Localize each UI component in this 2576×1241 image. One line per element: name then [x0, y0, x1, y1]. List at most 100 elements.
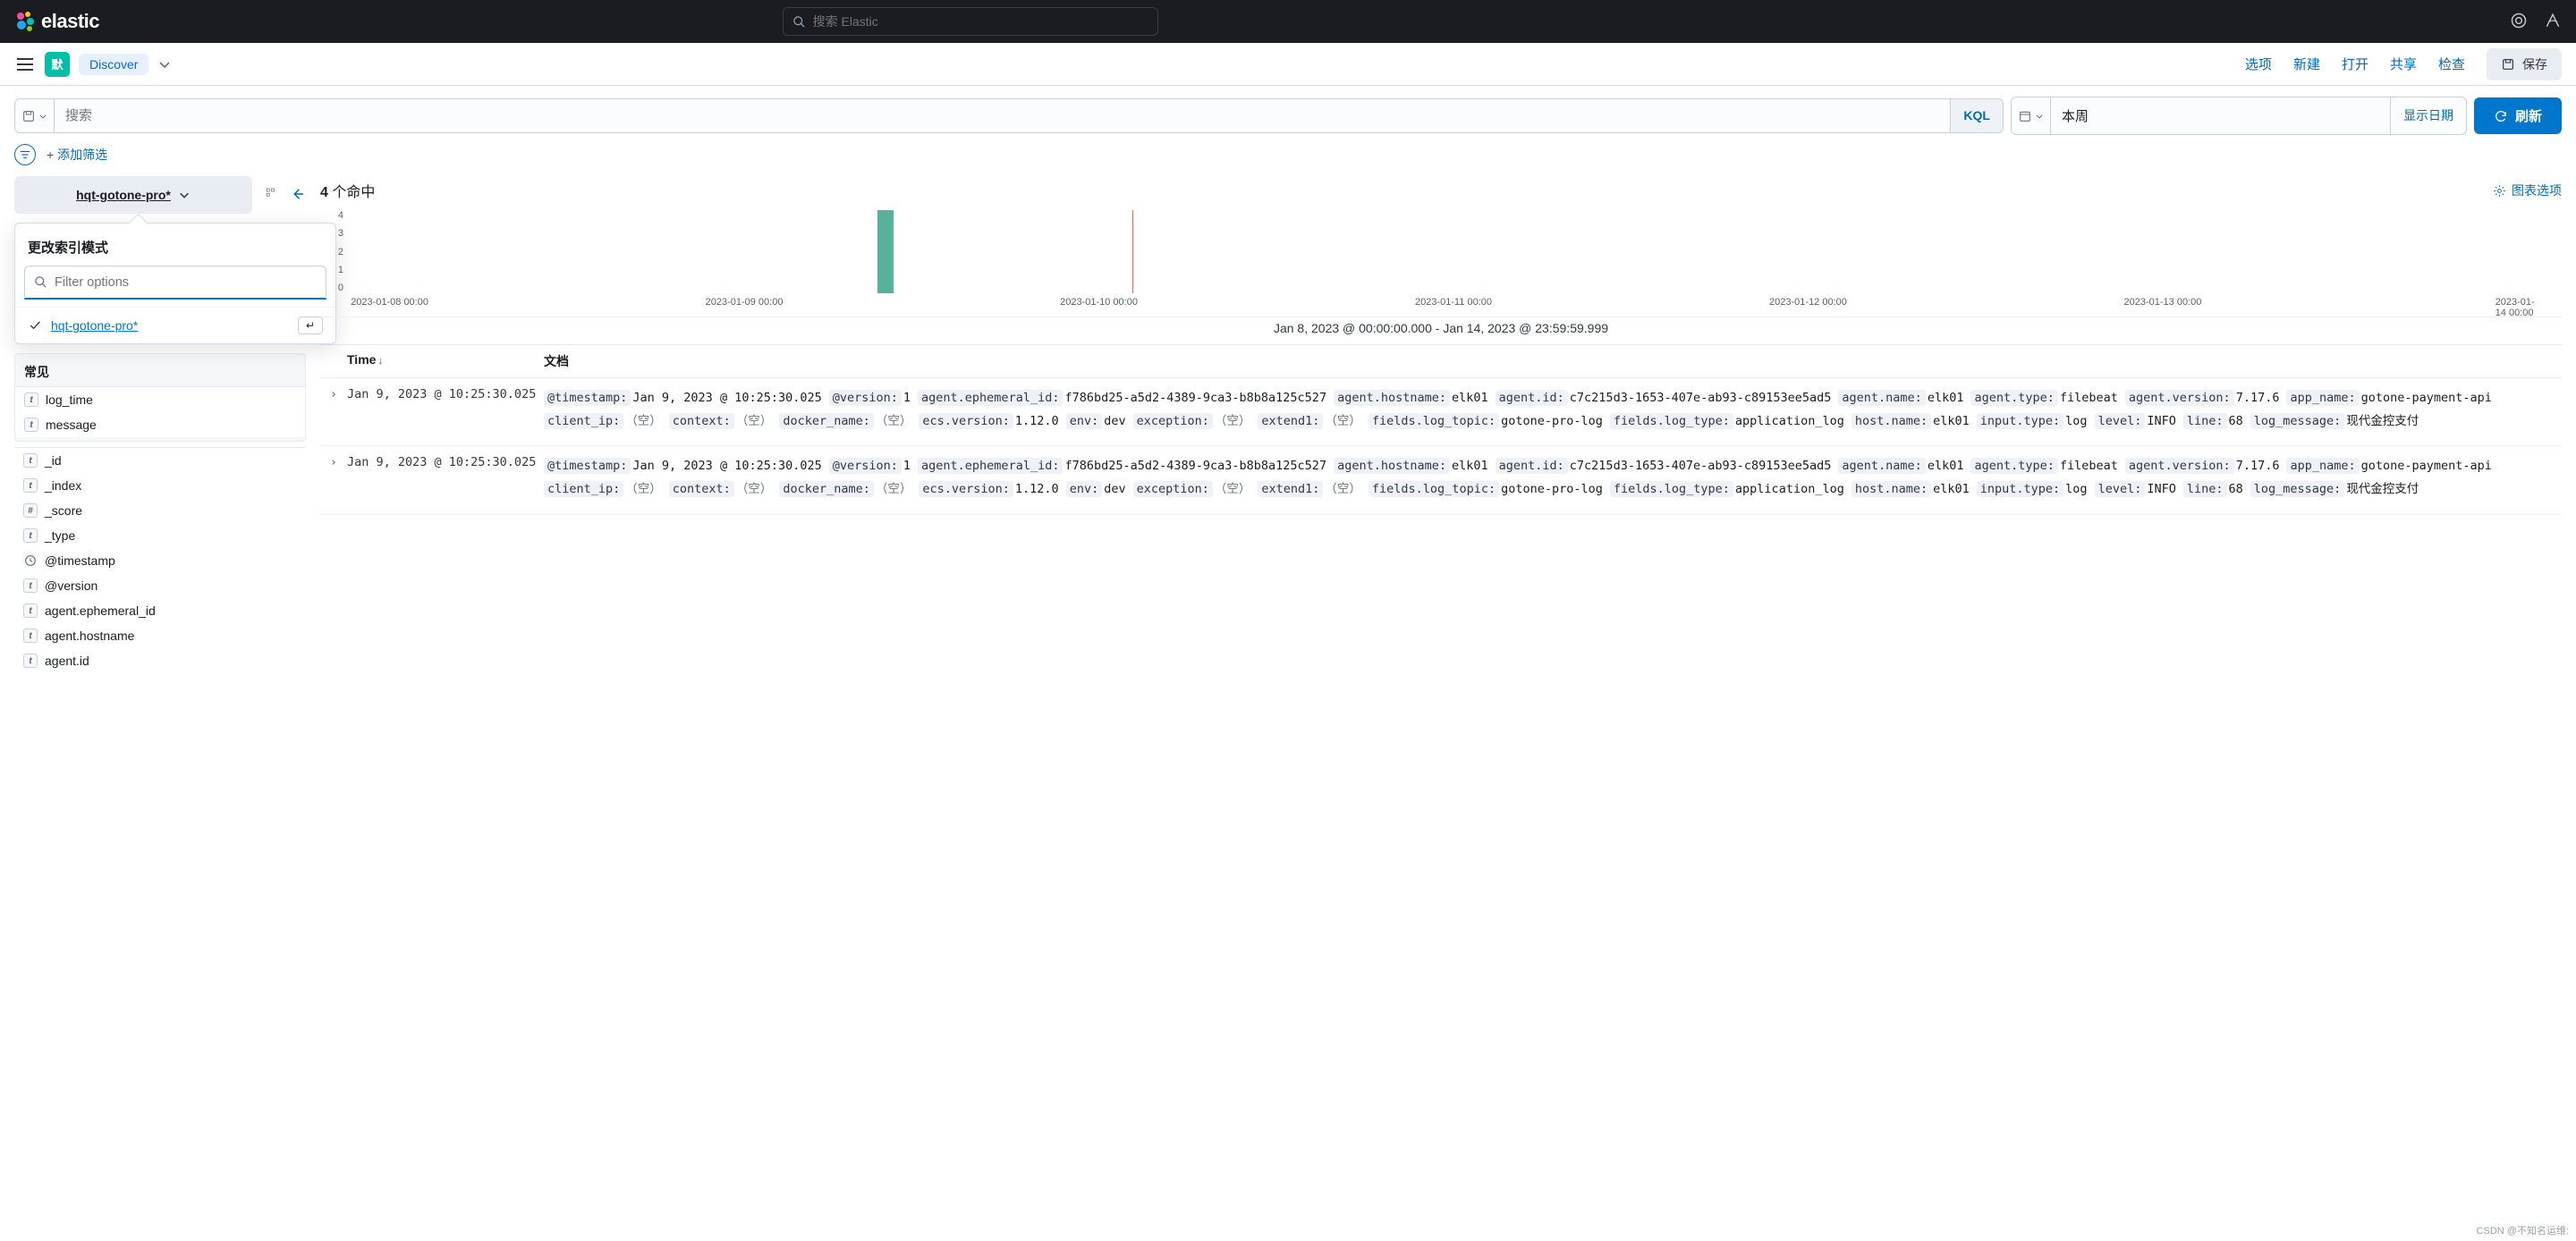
- popover-filter-input[interactable]: [55, 275, 317, 290]
- check-icon: [28, 318, 42, 333]
- field-key: level:: [2095, 481, 2146, 497]
- field-key: line:: [2183, 481, 2227, 497]
- chevron-down-icon: [2035, 112, 2044, 121]
- field-value: 现代金控支付: [2346, 414, 2419, 428]
- filter-menu-button[interactable]: [14, 144, 36, 165]
- query-input-group: KQL: [14, 98, 2004, 133]
- show-dates-button[interactable]: 显示日期: [2390, 97, 2466, 134]
- nav-options[interactable]: 选项: [2245, 55, 2272, 73]
- gear-icon: [2493, 184, 2506, 198]
- field-type-icon: t: [24, 418, 38, 432]
- field-value: 7.17.6: [2236, 391, 2280, 405]
- filter-icon: [19, 148, 31, 161]
- field-value: gotone-payment-api: [2361, 459, 2492, 473]
- index-pattern-button[interactable]: hqt-gotone-pro*: [14, 176, 252, 214]
- field-item[interactable]: tagent.id: [14, 648, 306, 673]
- date-picker: 本周 显示日期: [2011, 97, 2467, 135]
- field-key: agent.ephemeral_id:: [918, 458, 1063, 474]
- nav-inspect[interactable]: 检查: [2438, 55, 2465, 73]
- help-icon[interactable]: [2544, 12, 2562, 32]
- app-breadcrumb[interactable]: Discover: [79, 54, 148, 75]
- field-item[interactable]: t_type: [14, 523, 306, 548]
- app-header: 默 Discover 选项 新建 打开 共享 检查 保存: [0, 43, 2576, 86]
- field-key: docker_name:: [779, 481, 874, 497]
- hit-count: 4 个命中: [320, 180, 375, 201]
- x-tick-label: 2023-01-14 00:00: [2496, 297, 2540, 318]
- field-item[interactable]: t@version: [14, 573, 306, 598]
- field-value: 1.12.0: [1015, 482, 1059, 496]
- query-bar: KQL 本周 显示日期 刷新: [0, 86, 2576, 135]
- col-time-header[interactable]: Time↓: [347, 352, 544, 370]
- popover-title: 更改索引模式: [15, 232, 335, 266]
- popover-filter[interactable]: [24, 266, 326, 300]
- elastic-logo[interactable]: elastic: [14, 10, 99, 33]
- newsfeed-icon[interactable]: [2510, 12, 2528, 32]
- field-value: （空）: [625, 414, 662, 428]
- field-value: INFO: [2147, 414, 2176, 428]
- field-item[interactable]: tlog_time: [15, 387, 305, 412]
- field-key: agent.type:: [1970, 458, 2057, 474]
- field-key: env:: [1066, 481, 1103, 497]
- expand-row-button[interactable]: ›: [320, 455, 347, 501]
- field-value: Jan 9, 2023 @ 10:25:30.025: [632, 459, 821, 473]
- field-key: @timestamp:: [544, 390, 631, 406]
- chart-options-button[interactable]: 图表选项: [2493, 182, 2562, 199]
- histogram-chart[interactable]: 43210 2023-01-08 00:002023-01-09 00:0020…: [320, 210, 2562, 317]
- field-value: （空）: [1325, 414, 1361, 428]
- global-search-input[interactable]: [813, 14, 1148, 29]
- popover-option[interactable]: hqt-gotone-pro* ↵: [15, 307, 335, 343]
- field-item[interactable]: #_score: [14, 498, 306, 523]
- chevron-down-icon[interactable]: [157, 57, 172, 72]
- field-value: 68: [2229, 482, 2243, 496]
- field-value: filebeat: [2060, 459, 2118, 473]
- save-button[interactable]: 保存: [2487, 48, 2562, 80]
- field-item[interactable]: t agent.hostname: [14, 623, 306, 648]
- field-key: @timestamp:: [544, 458, 631, 474]
- field-key: agent.name:: [1838, 390, 1925, 406]
- field-item[interactable]: tmessage: [15, 412, 305, 437]
- field-key: input.type:: [1977, 481, 2063, 497]
- field-value: （空）: [1325, 482, 1361, 496]
- calendar-icon: [2018, 109, 2032, 123]
- field-value: f786bd25-a5d2-4389-9ca3-b8b8a125c527: [1064, 391, 1326, 405]
- query-lang-toggle[interactable]: KQL: [1950, 99, 2003, 132]
- field-item[interactable]: tagent.ephemeral_id: [14, 598, 306, 623]
- watermark-text: CSDN @不知名运维:: [2477, 1223, 2569, 1237]
- field-type-icon: t: [23, 629, 38, 643]
- space-selector[interactable]: 默: [45, 52, 70, 77]
- hamburger-icon[interactable]: [14, 54, 36, 75]
- expand-row-button[interactable]: ›: [320, 387, 347, 433]
- field-stats-icon[interactable]: [265, 186, 281, 205]
- nav-share[interactable]: 共享: [2390, 55, 2417, 73]
- field-value: 1: [903, 459, 911, 473]
- date-value[interactable]: 本周: [2051, 97, 2390, 134]
- field-type-icon: t: [23, 453, 38, 468]
- refresh-label: 刷新: [2515, 106, 2542, 125]
- nav-open[interactable]: 打开: [2342, 55, 2368, 73]
- nav-new[interactable]: 新建: [2293, 55, 2320, 73]
- histogram-bar[interactable]: [877, 210, 894, 293]
- field-name: agent.hostname: [45, 629, 134, 643]
- collapse-sidebar-icon[interactable]: [290, 186, 306, 205]
- kql-input[interactable]: [55, 99, 1950, 132]
- field-item[interactable]: t_id: [14, 448, 306, 473]
- field-key: docker_name:: [779, 413, 874, 429]
- date-quick-button[interactable]: [2012, 97, 2051, 134]
- content: 4 个命中 图表选项 43210 2023-01-08 00:002023-01…: [320, 176, 2562, 673]
- field-key: client_ip:: [544, 481, 623, 497]
- refresh-button[interactable]: 刷新: [2474, 97, 2562, 134]
- field-name: agent.ephemeral_id: [45, 604, 156, 618]
- field-item[interactable]: @timestamp: [14, 548, 306, 573]
- disk-icon: [21, 109, 36, 123]
- saved-query-button[interactable]: [15, 99, 55, 132]
- global-search[interactable]: [783, 7, 1158, 36]
- add-filter-button[interactable]: + 添加筛选: [47, 146, 107, 164]
- field-item[interactable]: t_index: [14, 473, 306, 498]
- field-type-icon: t: [24, 393, 38, 407]
- popover-option-label[interactable]: hqt-gotone-pro*: [51, 318, 138, 333]
- field-key: app_name:: [2286, 390, 2359, 406]
- row-source: @timestamp:Jan 9, 2023 @ 10:25:30.025@ve…: [544, 387, 2562, 433]
- field-value: gotone-payment-api: [2361, 391, 2492, 405]
- field-value: （空）: [736, 482, 773, 496]
- field-key: ecs.version:: [919, 481, 1013, 497]
